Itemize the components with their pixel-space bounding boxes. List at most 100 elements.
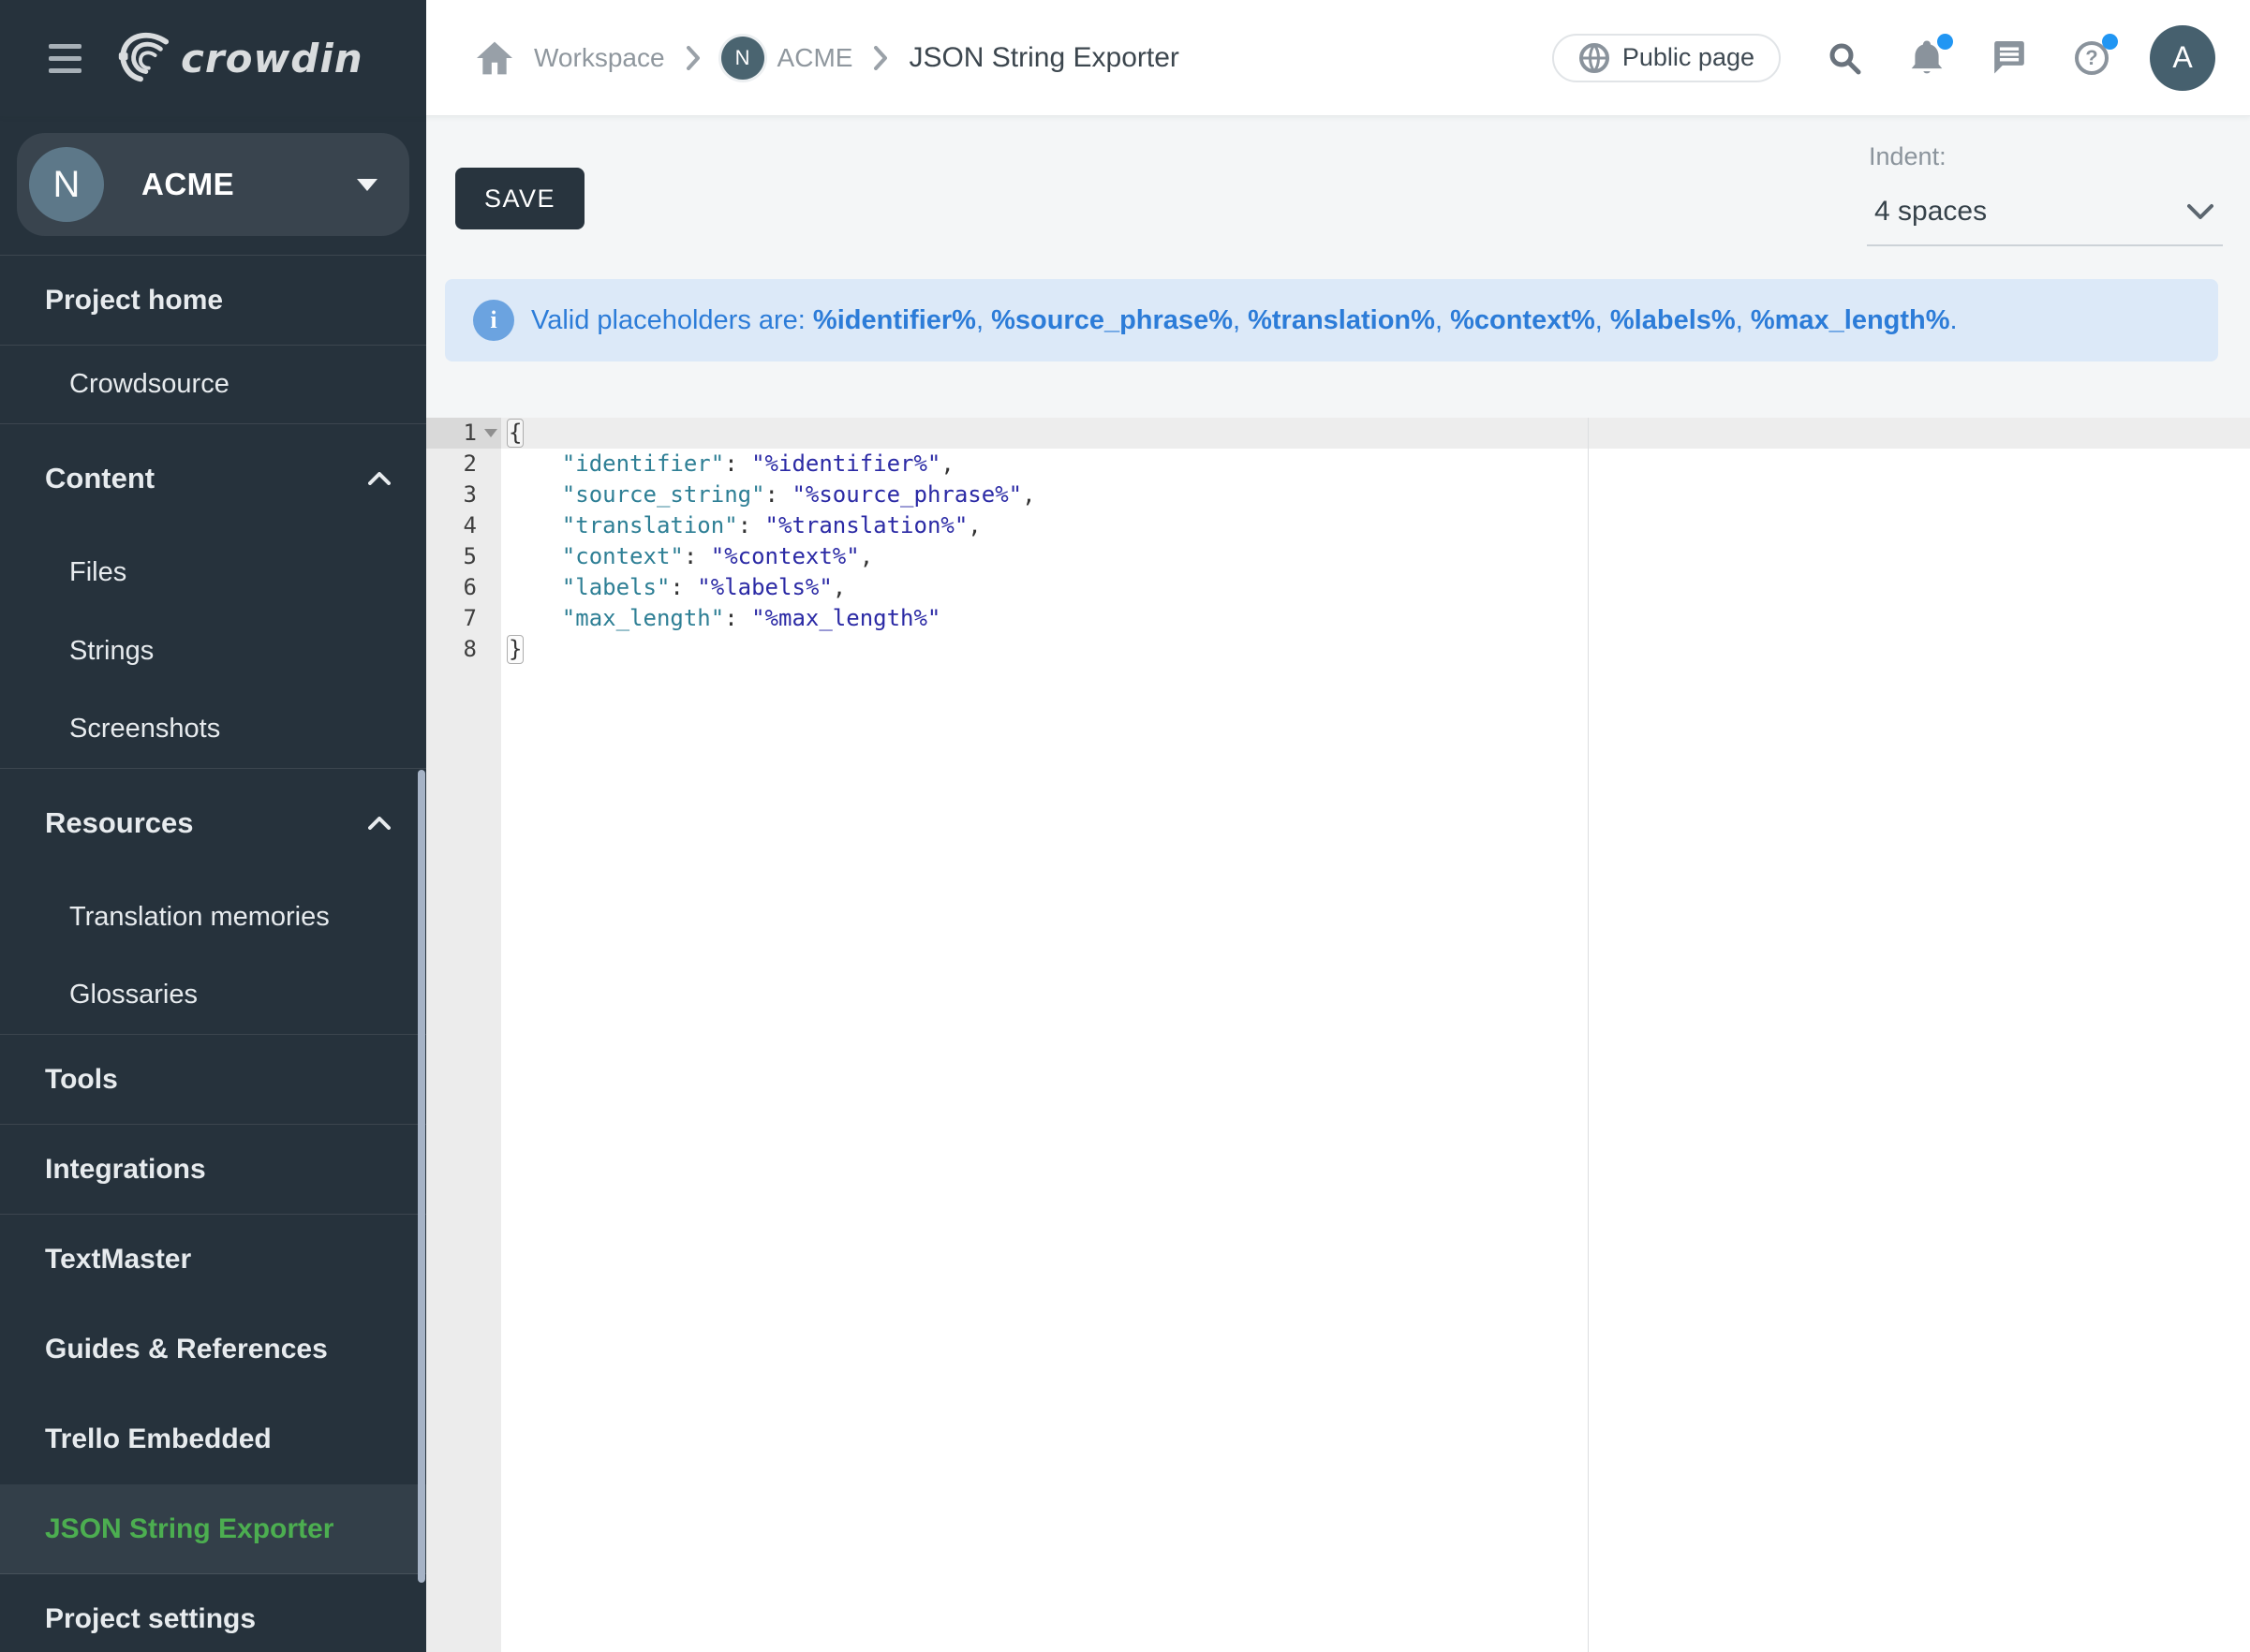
sidebar-item-label: Project settings — [45, 1603, 256, 1635]
project-initial-badge: N — [721, 37, 764, 80]
code-token-punc — [508, 605, 562, 631]
notifications-bell-icon[interactable] — [1908, 39, 1946, 77]
help-badge — [2102, 34, 2118, 50]
code-lines: { "identifier": "%identifier%", "source_… — [508, 418, 2250, 665]
topbar-actions: Public page — [1552, 25, 2215, 91]
chevron-up-icon — [368, 817, 391, 830]
page-title: JSON String Exporter — [909, 42, 1178, 74]
sidebar-item-content[interactable]: Content — [0, 424, 426, 533]
indent-select[interactable]: 4 spaces — [1867, 171, 2223, 246]
code-line: "translation": "%translation%", — [508, 510, 2250, 541]
code-token-key: "max_length" — [562, 605, 724, 631]
code-line: "max_length": "%max_length%" — [508, 603, 2250, 634]
sidebar-item-label: Translation memories — [69, 902, 330, 933]
sidebar-item-crowdsource[interactable]: Crowdsource — [0, 346, 426, 424]
code-token-punc: : — [670, 574, 697, 600]
code-token-punc — [508, 450, 562, 477]
sidebar-item-label: Glossaries — [69, 980, 198, 1010]
crowdin-bird-icon — [113, 29, 171, 87]
save-button[interactable]: SAVE — [455, 168, 585, 229]
gutter-line-number: 1 — [426, 418, 501, 449]
sidebar-scrollbar[interactable] — [418, 770, 425, 1583]
sidebar-item-tools[interactable]: Tools — [0, 1035, 426, 1125]
breadcrumb: Workspace N ACME JSON String Exporter — [476, 37, 1552, 80]
sidebar-item-translation-memories[interactable]: Translation memories — [0, 878, 426, 956]
info-icon: i — [473, 300, 514, 341]
code-token-bracket: } — [507, 635, 524, 664]
sidebar-item-label: Crowdsource — [69, 369, 229, 400]
public-page-button[interactable]: Public page — [1552, 34, 1781, 82]
chevron-right-icon — [686, 46, 701, 70]
user-avatar[interactable]: A — [2150, 25, 2215, 91]
code-token-punc: , — [860, 543, 873, 569]
project-avatar: N — [29, 147, 104, 222]
code-token-key: "identifier" — [562, 450, 724, 477]
help-icon[interactable]: ? — [2073, 39, 2110, 77]
project-switcher[interactable]: N ACME — [17, 133, 409, 236]
gutter-line-number: 4 — [426, 510, 501, 541]
sidebar-item-label: Trello Embedded — [45, 1423, 272, 1455]
sidebar-item-screenshots[interactable]: Screenshots — [0, 690, 426, 769]
sidebar-item-trello-embedded[interactable]: Trello Embedded — [0, 1394, 426, 1484]
sidebar-item-label: Files — [69, 557, 126, 588]
code-line: { — [508, 418, 2250, 449]
editor-gutter: 12345678 — [426, 418, 501, 1652]
breadcrumb-project-label: ACME — [777, 43, 853, 73]
gutter-line-number: 3 — [426, 479, 501, 510]
breadcrumb-project[interactable]: N ACME — [721, 37, 853, 80]
public-page-label: Public page — [1622, 43, 1754, 72]
code-token-str: "%identifier%" — [751, 450, 940, 477]
breadcrumb-workspace[interactable]: Workspace — [534, 43, 665, 73]
code-token-str: "%translation%" — [765, 512, 969, 538]
placeholder-token: %max_length% — [1751, 305, 1950, 335]
project-name: ACME — [141, 167, 357, 202]
code-token-punc: : — [765, 481, 792, 508]
search-icon[interactable] — [1826, 39, 1863, 77]
code-token-punc: : — [684, 543, 711, 569]
sidebar-item-project-home[interactable]: Project home — [0, 256, 426, 346]
fold-caret-icon[interactable] — [484, 429, 497, 437]
indent-control: Indent: 4 spaces — [1867, 142, 2223, 246]
main-content: SAVE Indent: 4 spaces i Valid placeholde… — [426, 116, 2250, 1652]
code-token-punc — [508, 512, 562, 538]
code-token-punc: : — [724, 450, 751, 477]
gutter-line-number: 8 — [426, 634, 501, 665]
code-token-punc: : — [738, 512, 765, 538]
messages-icon[interactable] — [1991, 39, 2028, 77]
sidebar-item-glossaries[interactable]: Glossaries — [0, 956, 426, 1035]
gutter-line-number: 7 — [426, 603, 501, 634]
code-editor[interactable]: 12345678 { "identifier": "%identifier%",… — [426, 418, 2250, 1652]
crowdin-logo[interactable]: crowdin — [113, 29, 363, 87]
sidebar-item-label: Tools — [45, 1064, 118, 1096]
placeholder-token: %identifier% — [813, 305, 976, 335]
sidebar-item-resources[interactable]: Resources — [0, 769, 426, 878]
code-token-key: "labels" — [562, 574, 671, 600]
home-icon[interactable] — [476, 39, 513, 77]
indent-value: 4 spaces — [1874, 196, 1987, 228]
code-token-str: "%max_length%" — [751, 605, 940, 631]
code-token-str: "%source_phrase%" — [792, 481, 1022, 508]
indent-label: Indent: — [1867, 142, 2223, 171]
code-line: "labels": "%labels%", — [508, 572, 2250, 603]
sidebar-item-files[interactable]: Files — [0, 533, 426, 612]
placeholder-token: %translation% — [1248, 305, 1435, 335]
sidebar-item-label: JSON String Exporter — [45, 1513, 333, 1545]
hamburger-menu-icon[interactable] — [49, 37, 81, 81]
caret-down-icon — [357, 179, 377, 191]
code-token-punc — [508, 574, 562, 600]
info-banner: i Valid placeholders are: %identifier%, … — [445, 279, 2218, 361]
sidebar-item-guides-references[interactable]: Guides & References — [0, 1305, 426, 1394]
code-token-punc: , — [1022, 481, 1035, 508]
sidebar-item-strings[interactable]: Strings — [0, 612, 426, 690]
code-line: "source_string": "%source_phrase%", — [508, 479, 2250, 510]
sidebar-item-json-string-exporter[interactable]: JSON String Exporter — [0, 1484, 426, 1574]
sidebar-item-integrations[interactable]: Integrations — [0, 1125, 426, 1215]
sidebar-item-textmaster[interactable]: TextMaster — [0, 1215, 426, 1305]
code-token-bracket: { — [507, 419, 524, 448]
sidebar-item-label: Integrations — [45, 1154, 206, 1186]
sidebar-item-project-settings[interactable]: Project settings — [0, 1574, 426, 1652]
topbar: crowdin Workspace N ACME JSON String Exp… — [0, 0, 2250, 116]
globe-icon — [1578, 42, 1610, 74]
code-token-punc — [508, 543, 562, 569]
sidebar-item-label: Screenshots — [69, 714, 220, 745]
